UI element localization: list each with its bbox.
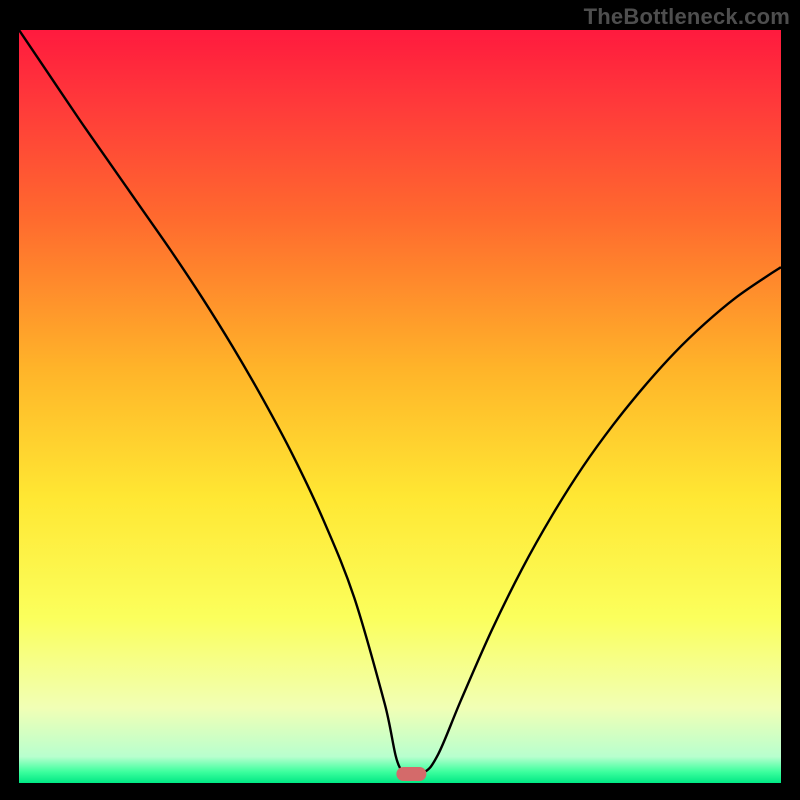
plot-area — [19, 30, 781, 783]
optimal-marker — [396, 767, 426, 781]
chart-frame: TheBottleneck.com — [0, 0, 800, 800]
bottleneck-chart-svg — [19, 30, 781, 783]
gradient-background — [19, 30, 781, 783]
watermark-text: TheBottleneck.com — [584, 4, 790, 30]
